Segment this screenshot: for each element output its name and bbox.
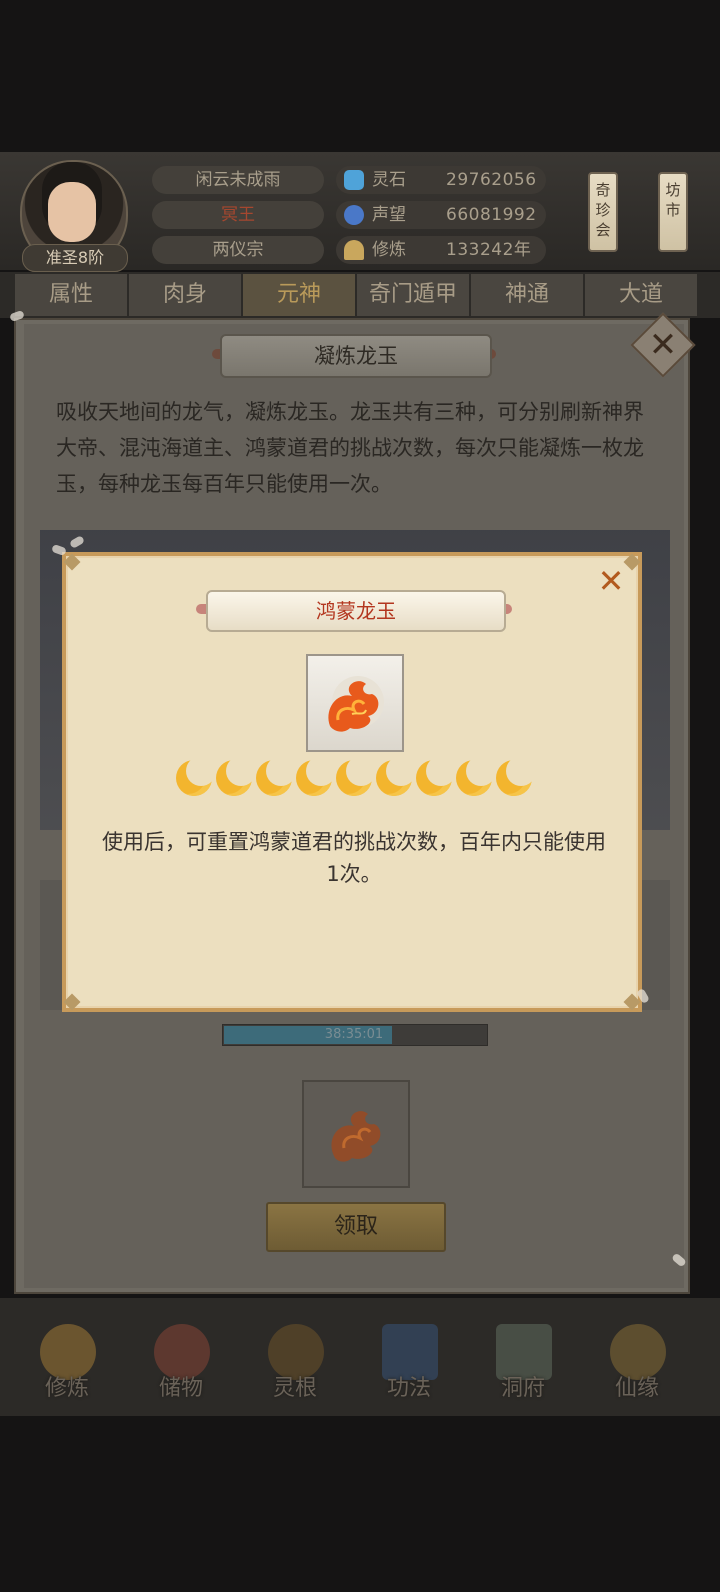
cave-dwelling-icon: [496, 1324, 552, 1380]
crescent-moon-icon: [256, 756, 296, 796]
tab-qimen[interactable]: 奇门遁甲: [356, 274, 469, 316]
dragon-jade-slot[interactable]: [302, 1080, 410, 1188]
prestige-icon: [344, 205, 364, 225]
immortal-fate-icon: [610, 1324, 666, 1380]
close-icon[interactable]: ✕: [594, 564, 628, 598]
spirit-root-icon: [268, 1324, 324, 1380]
avatar-face: [48, 182, 96, 242]
nav-technique[interactable]: 功法: [354, 1310, 464, 1410]
crescent-moon-icon: [376, 756, 416, 796]
crescent-moon-icon: [296, 756, 336, 796]
resource-value: 133242年: [446, 240, 532, 260]
rank-badge: 准圣8阶: [22, 244, 128, 272]
nav-label: 修炼: [44, 1376, 89, 1401]
nav-storage[interactable]: 储物: [126, 1310, 236, 1410]
nav-label: 功法: [386, 1376, 431, 1401]
nav-cave-dwelling[interactable]: 洞府: [468, 1310, 578, 1410]
tab-body[interactable]: 肉身: [128, 274, 241, 316]
hongmeng-jade-icon: [328, 676, 384, 732]
resource-cultivate: 修炼 133242年: [336, 236, 546, 264]
resource-label: 修炼: [372, 240, 406, 260]
crescent-moon-icon: [416, 756, 456, 796]
nav-spirit-root[interactable]: 灵根: [240, 1310, 350, 1410]
tab-soul[interactable]: 元神: [242, 274, 355, 316]
hongmeng-jade-item[interactable]: [306, 654, 404, 752]
resource-prestige: 声望 66081992: [336, 201, 546, 229]
crescent-moon-icon: [336, 756, 376, 796]
storage-bag-icon: [154, 1324, 210, 1380]
panel-title: 凝炼龙玉: [220, 334, 492, 378]
crescent-moon-icon: [456, 756, 496, 796]
market-button[interactable]: 坊市: [658, 172, 688, 252]
resource-label: 灵石: [372, 170, 406, 190]
claim-button[interactable]: 领取: [266, 1202, 446, 1252]
cultivate-icon: [344, 240, 364, 260]
cultivate-nav-icon: [40, 1324, 96, 1380]
dialog-title: 鸿蒙龙玉: [206, 590, 506, 632]
refine-timer: 38:35:01: [324, 1027, 384, 1042]
resource-value: 29762056: [446, 170, 537, 190]
tab-attributes[interactable]: 属性: [14, 274, 127, 316]
player-name: 闲云未成雨: [152, 166, 324, 194]
resource-spirit-stone: 灵石 29762056: [336, 166, 546, 194]
technique-book-icon: [382, 1324, 438, 1380]
close-icon[interactable]: ✕: [640, 322, 686, 368]
dragon-jade-icon: [331, 1111, 381, 1162]
panel-description: 吸收天地间的龙气，凝炼龙玉。龙玉共有三种，可分别刷新神界大帝、混沌海道主、鸿蒙道…: [56, 400, 644, 496]
dialog-description: 使用后，可重置鸿蒙道君的挑战次数，百年内只能使用1次。: [102, 830, 606, 886]
nav-label: 仙缘: [614, 1376, 659, 1401]
spirit-stone-icon: [344, 170, 364, 190]
nav-label: 灵根: [272, 1376, 317, 1401]
treasure-meet-button[interactable]: 奇珍会: [588, 172, 618, 252]
resource-label: 声望: [372, 205, 406, 225]
nav-label: 洞府: [500, 1376, 545, 1401]
crescent-moon-icon: [216, 756, 256, 796]
resource-value: 66081992: [446, 205, 537, 225]
player-title[interactable]: 冥王: [152, 201, 324, 229]
tab-divine-power[interactable]: 神通: [470, 274, 583, 316]
crescent-moon-icon: [176, 756, 216, 796]
tab-great-dao[interactable]: 大道: [584, 274, 697, 316]
player-sect[interactable]: 两仪宗: [152, 236, 324, 264]
crescent-moon-icon: [496, 756, 536, 796]
nav-immortal-fate[interactable]: 仙缘: [582, 1310, 692, 1410]
nav-label: 储物: [158, 1376, 203, 1401]
nav-cultivate[interactable]: 修炼: [12, 1310, 122, 1410]
